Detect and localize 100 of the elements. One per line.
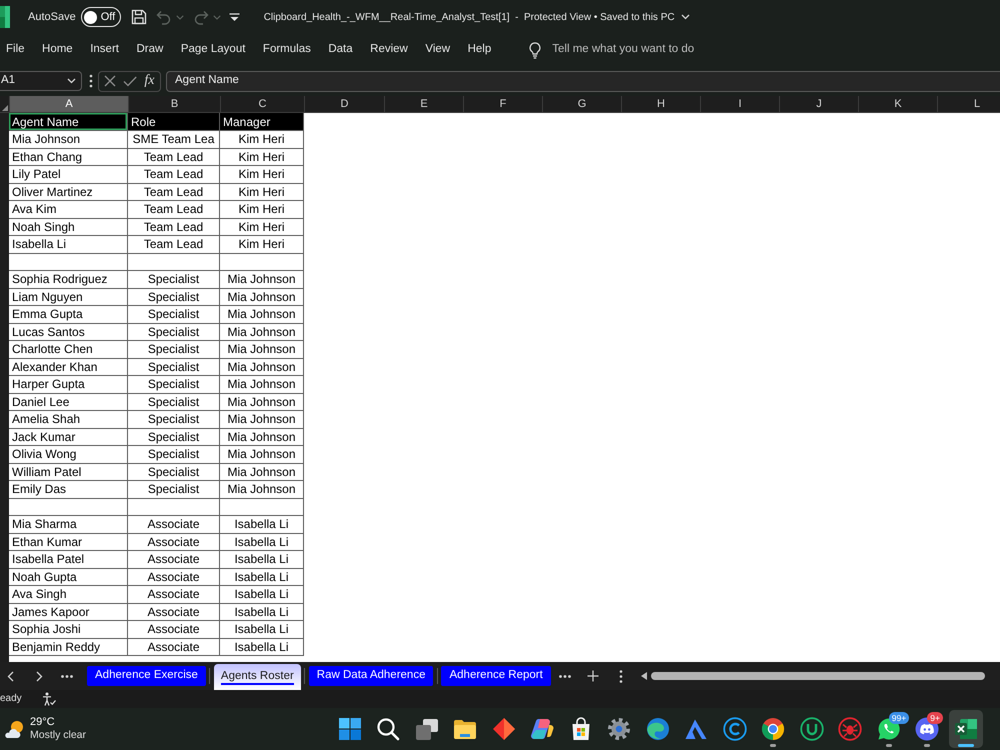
close-icon[interactable]: [104, 75, 116, 87]
table-cell: Isabella Li: [220, 638, 304, 656]
column-header[interactable]: A: [9, 96, 128, 112]
bug-icon[interactable]: [838, 717, 862, 741]
header-cell: Agent Name: [9, 113, 128, 131]
save-icon[interactable]: [130, 9, 147, 25]
column-header[interactable]: L: [937, 96, 1000, 112]
scroll-left-icon[interactable]: [640, 672, 647, 680]
ribbon-tab[interactable]: Data: [328, 44, 353, 56]
table-cell: Daniel Lee: [9, 394, 128, 411]
column-header[interactable]: F: [463, 96, 542, 112]
table-cell: Mia Johnson: [220, 411, 304, 428]
name-box[interactable]: A1: [0, 71, 82, 91]
table-cell: Ethan Chang: [9, 148, 128, 166]
table-cell: Mia Johnson: [220, 324, 304, 341]
folder-icon[interactable]: [453, 717, 478, 741]
table-cell: Team Lead: [128, 201, 220, 218]
column-header[interactable]: D: [304, 96, 384, 112]
table-cell: Mia Johnson: [220, 394, 304, 411]
wave-globe-icon[interactable]: [646, 717, 670, 741]
chevron-down-icon[interactable]: [680, 14, 690, 20]
table-cell: Kim Heri: [220, 201, 304, 218]
lightbulb-icon[interactable]: [529, 42, 542, 58]
sheet-tab[interactable]: Raw Data Adherence: [308, 666, 434, 686]
more-options-icon[interactable]: [558, 674, 571, 678]
ribbon-tab[interactable]: Home: [42, 44, 73, 56]
mountain-icon[interactable]: [684, 717, 708, 741]
diamond-icon[interactable]: [492, 717, 516, 741]
table-cell: Specialist: [128, 446, 220, 464]
temperature-text: 29°C: [30, 716, 56, 729]
scrollbar-thumb[interactable]: [650, 672, 985, 680]
settings-icon[interactable]: [607, 717, 632, 741]
table-cell: Isabella Li: [220, 551, 304, 568]
table-cell: Associate: [128, 534, 220, 551]
table-cell: Ava Kim: [9, 201, 128, 218]
spreadsheet-logo-icon: [0, 6, 10, 28]
tell-me-field[interactable]: Tell me what you want to do: [552, 41, 718, 59]
overlapping-windows-icon[interactable]: [414, 717, 439, 741]
column-header[interactable]: I: [700, 96, 779, 112]
ring-arc-icon[interactable]: [722, 717, 747, 741]
checkmark-icon[interactable]: [123, 76, 138, 86]
ribbon-swirl-icon[interactable]: [530, 717, 554, 741]
ribbon-tab[interactable]: Review: [370, 44, 408, 56]
more-options-icon[interactable]: [61, 674, 73, 678]
autosave-toggle[interactable]: Off: [80, 7, 121, 27]
spreadsheet-icon[interactable]: [954, 717, 978, 741]
table-cell: Alexander Khan: [9, 358, 128, 376]
table-cell: Mia Johnson: [220, 341, 304, 358]
notification-badge: 99+: [888, 712, 910, 724]
table-cell: Mia Johnson: [220, 288, 304, 306]
ribbon-tab[interactable]: Formulas: [262, 44, 311, 56]
table-cell: Mia Johnson: [220, 446, 304, 464]
chevron-down-icon[interactable]: [67, 78, 76, 84]
tricolor-ball-icon[interactable]: [761, 717, 786, 741]
table-cell: William Patel: [9, 464, 128, 481]
search-icon[interactable]: [376, 717, 400, 741]
table-cell: Kim Heri: [220, 131, 304, 148]
column-header[interactable]: G: [542, 96, 621, 112]
column-header[interactable]: J: [779, 96, 858, 112]
ribbon-tab[interactable]: Insert: [90, 44, 119, 56]
table-cell: Mia Johnson: [220, 358, 304, 376]
table-cell: Emily Das: [9, 481, 128, 498]
ribbon-tab[interactable]: File: [6, 44, 25, 56]
column-header[interactable]: C: [220, 96, 304, 112]
ribbon-tab[interactable]: Draw: [136, 44, 164, 56]
chevron-left-icon[interactable]: [7, 670, 14, 682]
cloud-sun-icon[interactable]: [4, 720, 24, 738]
table-cell: Sophia Joshi: [9, 621, 128, 638]
taskbar-button[interactable]: [948, 710, 983, 748]
four-squares-icon[interactable]: [338, 717, 362, 741]
more-options-icon[interactable]: [618, 670, 623, 682]
ring-cup-icon[interactable]: [800, 717, 824, 741]
table-cell: Mia Johnson: [220, 481, 304, 498]
column-header[interactable]: H: [621, 96, 700, 112]
table-cell: Mia Johnson: [220, 428, 304, 446]
select-all-icon[interactable]: [2, 105, 8, 111]
ribbon-tab[interactable]: Help: [468, 44, 492, 56]
sheet-tab[interactable]: Agents Roster: [214, 664, 301, 690]
table-cell: Specialist: [128, 271, 220, 288]
column-header[interactable]: E: [384, 96, 463, 112]
formula-input[interactable]: Agent Name: [166, 70, 1000, 92]
table-cell: Mia Johnson: [9, 131, 128, 148]
insert-function-button[interactable]: fx: [144, 74, 154, 88]
customize-icon[interactable]: [228, 12, 240, 22]
table-cell: Mia Johnson: [220, 464, 304, 481]
sheet-tab[interactable]: Adherence Report: [441, 666, 551, 686]
ribbon-tab[interactable]: Page Layout: [180, 44, 246, 56]
table-cell: Team Lead: [128, 148, 220, 166]
header-cell: Role: [128, 113, 220, 131]
accessibility-check-icon[interactable]: [42, 692, 56, 706]
plus-icon[interactable]: [586, 670, 599, 682]
table-cell: Associate: [128, 621, 220, 638]
column-header[interactable]: B: [128, 96, 220, 112]
more-options-icon[interactable]: [89, 74, 93, 88]
table-cell: Noah Singh: [9, 218, 128, 236]
sheet-tab[interactable]: Adherence Exercise: [87, 666, 206, 686]
column-header[interactable]: K: [858, 96, 937, 112]
ribbon-tab[interactable]: View: [425, 44, 450, 56]
chevron-right-icon[interactable]: [36, 670, 43, 682]
table-cell: Mia Sharma: [9, 516, 128, 534]
